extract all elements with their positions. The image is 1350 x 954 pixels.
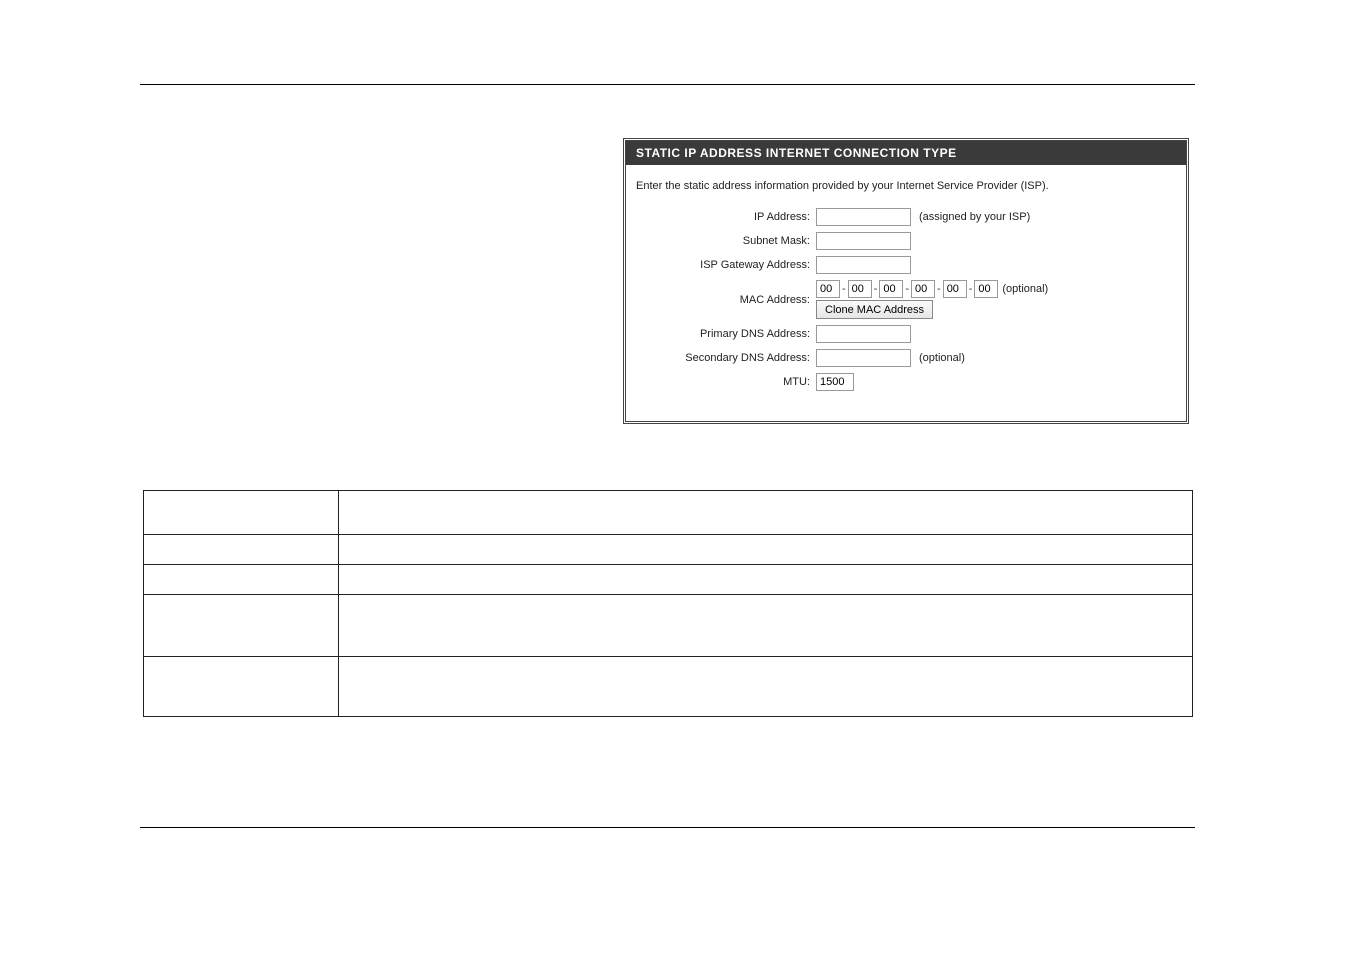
panel-description: Enter the static address information pro…	[636, 179, 1176, 194]
row-primary-dns: Primary DNS Address:	[636, 325, 1176, 343]
table-row	[144, 491, 1193, 535]
mac-separator: -	[967, 283, 975, 295]
description-table	[143, 490, 1193, 717]
mac-separator: -	[872, 283, 880, 295]
mac-separator: -	[903, 283, 911, 295]
label-isp-gateway: ISP Gateway Address:	[636, 259, 816, 271]
table-row	[144, 565, 1193, 595]
mac-octet-2-input[interactable]	[848, 280, 872, 298]
ip-address-hint: (assigned by your ISP)	[919, 211, 1030, 223]
row-secondary-dns: Secondary DNS Address: (optional)	[636, 349, 1176, 367]
mac-octet-6-input[interactable]	[974, 280, 998, 298]
table-row	[144, 595, 1193, 657]
table-row	[144, 657, 1193, 717]
mac-separator: -	[935, 283, 943, 295]
row-ip-address: IP Address: (assigned by your ISP)	[636, 208, 1176, 226]
mac-octet-1-input[interactable]	[816, 280, 840, 298]
label-mtu: MTU:	[636, 376, 816, 388]
clone-mac-button[interactable]: Clone MAC Address	[816, 300, 933, 319]
secondary-dns-input[interactable]	[816, 349, 911, 367]
label-subnet-mask: Subnet Mask:	[636, 235, 816, 247]
primary-dns-input[interactable]	[816, 325, 911, 343]
ip-address-input[interactable]	[816, 208, 911, 226]
mtu-input[interactable]	[816, 373, 854, 391]
panel-title: STATIC IP ADDRESS INTERNET CONNECTION TY…	[626, 141, 1186, 165]
top-divider	[140, 84, 1195, 85]
row-subnet-mask: Subnet Mask:	[636, 232, 1176, 250]
label-primary-dns: Primary DNS Address:	[636, 328, 816, 340]
mac-octet-5-input[interactable]	[943, 280, 967, 298]
mac-octet-4-input[interactable]	[911, 280, 935, 298]
row-isp-gateway: ISP Gateway Address:	[636, 256, 1176, 274]
label-ip-address: IP Address:	[636, 211, 816, 223]
isp-gateway-input[interactable]	[816, 256, 911, 274]
label-secondary-dns: Secondary DNS Address:	[636, 352, 816, 364]
row-mtu: MTU:	[636, 373, 1176, 391]
mac-octet-3-input[interactable]	[879, 280, 903, 298]
secondary-dns-hint: (optional)	[919, 352, 965, 364]
static-ip-config-panel: STATIC IP ADDRESS INTERNET CONNECTION TY…	[623, 138, 1189, 424]
label-mac-address: MAC Address:	[636, 294, 816, 306]
subnet-mask-input[interactable]	[816, 232, 911, 250]
mac-hint: (optional)	[1002, 283, 1048, 295]
bottom-divider	[140, 827, 1195, 828]
panel-body: Enter the static address information pro…	[626, 165, 1186, 421]
row-mac-address: MAC Address: - - - - - (optional)	[636, 280, 1176, 319]
mac-separator: -	[840, 283, 848, 295]
table-row	[144, 535, 1193, 565]
